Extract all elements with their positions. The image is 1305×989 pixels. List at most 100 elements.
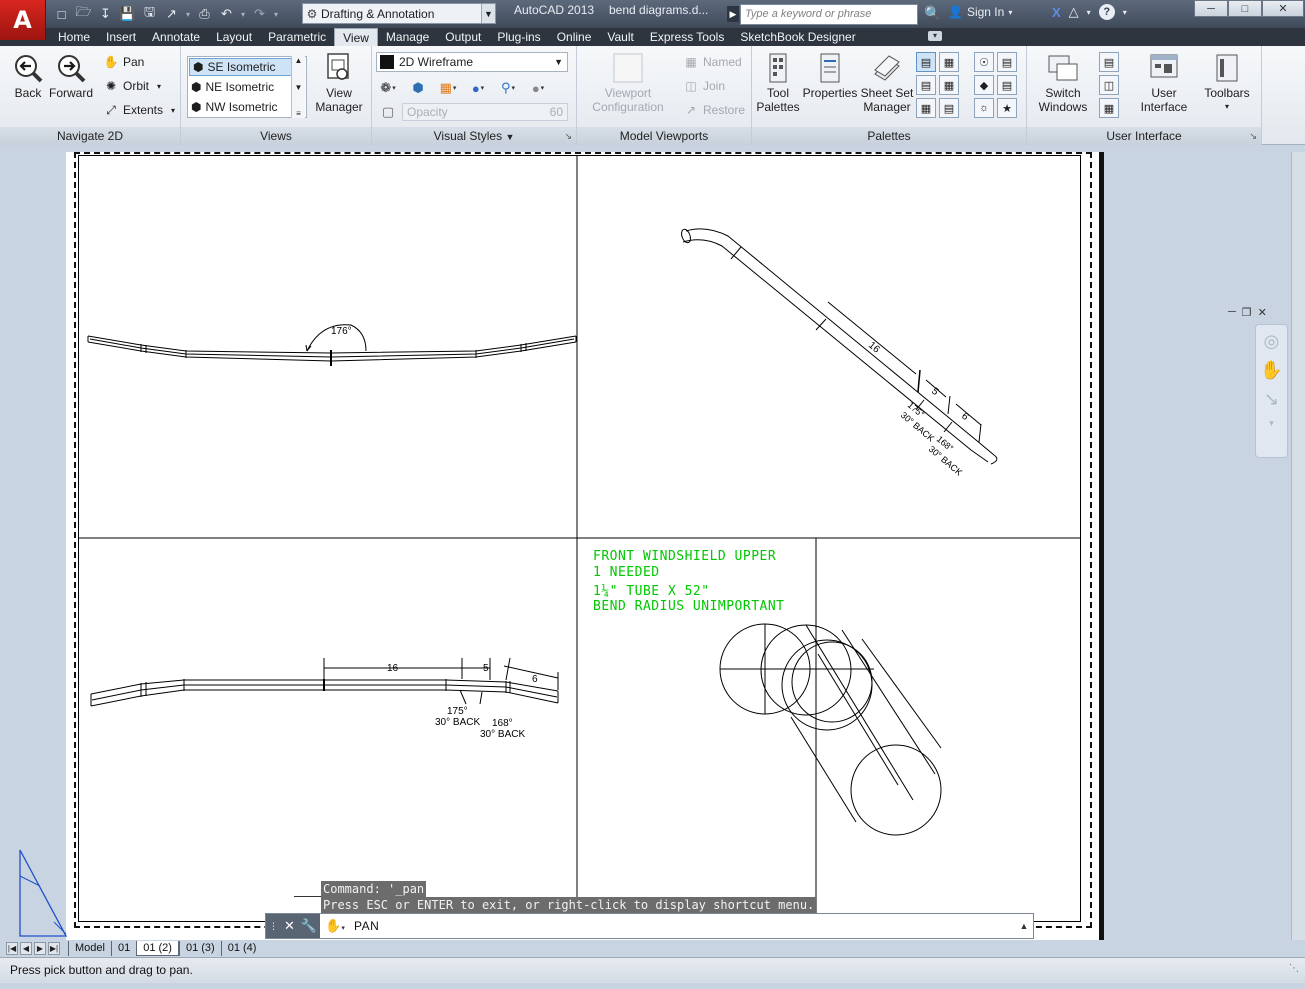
markup-icon[interactable]: ▤	[916, 75, 936, 95]
tab-manage[interactable]: Manage	[378, 28, 437, 46]
tab-view[interactable]: View	[334, 28, 378, 46]
edge-effects-icon[interactable]: ❁ ▾	[376, 78, 400, 98]
view-item-se-isometric[interactable]: ⬢ SE Isometric	[189, 58, 305, 76]
properties-button[interactable]: Properties	[800, 52, 860, 100]
save-icon[interactable]: 💾	[118, 5, 137, 24]
minimize-icon[interactable]: ─	[1194, 0, 1228, 17]
orbit-button[interactable]: ✺ Orbit ▾	[103, 76, 161, 96]
pan-button[interactable]: ✋ Pan	[103, 52, 145, 72]
undo-icon[interactable]: ↶	[217, 5, 236, 24]
hand-icon[interactable]: ✋	[1260, 360, 1282, 381]
close-icon[interactable]: ✕	[1258, 306, 1267, 319]
resize-grip-icon[interactable]: ⋱	[1289, 957, 1299, 981]
ribbon-palette-icon[interactable]: ▤	[916, 52, 936, 72]
vertical-scrollbar[interactable]	[1291, 152, 1305, 942]
color-mode-icon[interactable]: ▦ ▾	[436, 78, 460, 98]
panel-title-visual-styles[interactable]: Visual Styles ▼ ↘	[372, 127, 576, 145]
dialog-launcher-icon[interactable]: ↘	[1249, 127, 1257, 145]
save-to-web-icon[interactable]: ↧	[96, 5, 115, 24]
tab-online[interactable]: Online	[549, 28, 600, 46]
block-editor-icon[interactable]: ▤	[939, 98, 959, 118]
paper-sheet[interactable]: 176° 16 5 6 175° 30° BACK 168° 30° BACK …	[66, 152, 1104, 940]
view-item-ne-isometric[interactable]: ⬢ NE Isometric	[188, 77, 306, 97]
tab-home[interactable]: Home	[50, 28, 98, 46]
forward-button[interactable]: Forward	[48, 52, 94, 100]
tile-horizontal-icon[interactable]: ▤	[1099, 52, 1119, 72]
grip-icon[interactable]: ⋮	[269, 921, 278, 932]
dbconnect-icon[interactable]: ▦	[916, 98, 936, 118]
tab-sketchbook-designer[interactable]: SketchBook Designer	[732, 28, 863, 46]
scroll-down-icon[interactable]: ▼	[295, 83, 303, 92]
close-icon[interactable]: ✕	[1262, 0, 1304, 17]
scroll-up-icon[interactable]: ▲	[295, 56, 303, 65]
binoculars-icon[interactable]: 🔍	[924, 5, 941, 22]
workspace-selector[interactable]: ⚙ Drafting & Annotation ▼	[302, 3, 496, 24]
join-button[interactable]: ◫ Join	[683, 76, 725, 96]
maximize-icon[interactable]: □	[1228, 0, 1262, 17]
drawing-area[interactable]: 176° 16 5 6 175° 30° BACK 168° 30° BACK …	[0, 146, 1305, 942]
hand-icon[interactable]: ✋▾	[320, 918, 350, 934]
cameras-icon[interactable]: ★	[997, 98, 1017, 118]
materials-icon[interactable]: ▤	[997, 52, 1017, 72]
tab-output[interactable]: Output	[437, 28, 489, 46]
search-expand-icon[interactable]: ▶	[727, 6, 739, 22]
views-list[interactable]: ⬢ SE Isometric ⬢ NE Isometric ⬢ NW Isome…	[187, 56, 307, 118]
tab-vault[interactable]: Vault	[599, 28, 641, 46]
expand-icon[interactable]: ≡	[296, 109, 301, 118]
views-scrollbar[interactable]: ▲ ▼ ≡	[291, 56, 305, 118]
chevron-up-icon[interactable]: ▲	[1015, 921, 1033, 931]
redo-dropdown-icon[interactable]: ▾	[272, 10, 280, 19]
chevron-down-icon[interactable]: ▾	[1123, 8, 1127, 17]
shadow-icon[interactable]: ⚲ ▾	[496, 78, 520, 98]
calculator-icon[interactable]: ▦	[939, 75, 959, 95]
first-layout-icon[interactable]: |◀	[6, 942, 18, 955]
chevron-down-icon[interactable]: ▾	[1087, 8, 1091, 17]
steering-wheel-icon[interactable]: ◎	[1264, 331, 1280, 352]
tool-palettes-button[interactable]: Tool Palettes	[756, 52, 800, 114]
named-button[interactable]: ▦ Named	[683, 52, 741, 72]
layout-tab-01-4[interactable]: 01 (4)	[220, 941, 263, 956]
extents-button[interactable]: ⤢ Extents ▾	[103, 100, 175, 120]
design-center-icon[interactable]: ▦	[939, 52, 959, 72]
command-line[interactable]: ⋮ ✕ 🔧 ✋▾ PAN ▲	[265, 913, 1034, 939]
command-line-handle[interactable]: ⋮ ✕ 🔧	[266, 914, 320, 938]
open-folder-icon[interactable]: 🗁	[74, 4, 93, 24]
previous-layout-icon[interactable]: ◀	[20, 942, 32, 955]
switch-windows-button[interactable]: Switch Windows	[1033, 52, 1093, 114]
sign-in-button[interactable]: 👤 Sign In ▾	[948, 5, 1012, 19]
zoom-icon[interactable]: ↘	[1264, 389, 1279, 410]
viewport-configuration-button[interactable]: Viewport Configuration	[585, 52, 671, 114]
material-icon[interactable]: ● ▾	[526, 78, 550, 98]
view-manager-button[interactable]: View Manager	[313, 52, 365, 114]
minimize-icon[interactable]: ─	[1228, 306, 1236, 319]
back-button[interactable]: Back	[8, 52, 48, 100]
tab-insert[interactable]: Insert	[98, 28, 144, 46]
tab-express-tools[interactable]: Express Tools	[642, 28, 732, 46]
render-icon[interactable]: ▤	[997, 75, 1017, 95]
last-layout-icon[interactable]: ▶|	[48, 942, 60, 955]
autodesk-icon[interactable]: △	[1069, 4, 1079, 20]
restore-icon[interactable]: ❐	[1242, 306, 1252, 319]
tab-annotate[interactable]: Annotate	[144, 28, 208, 46]
view-item-nw-isometric[interactable]: ⬢ NW Isometric	[188, 97, 306, 117]
x-ray-icon[interactable]: ▢	[376, 102, 400, 122]
publish-icon[interactable]: ↗	[162, 5, 181, 24]
tab-parametric[interactable]: Parametric	[260, 28, 334, 46]
cascade-icon[interactable]: ▦	[1099, 98, 1119, 118]
undo-dropdown-icon[interactable]: ▾	[239, 10, 247, 19]
new-file-icon[interactable]: □	[52, 5, 71, 24]
toolbars-button[interactable]: Toolbars ▾	[1199, 52, 1255, 114]
face-style-icon[interactable]: ⬢	[406, 78, 430, 98]
next-layout-icon[interactable]: ▶	[34, 942, 46, 955]
tab-plug-ins[interactable]: Plug-ins	[489, 28, 548, 46]
dialog-launcher-icon[interactable]: ↘	[564, 127, 572, 145]
help-icon[interactable]: ?	[1098, 4, 1115, 20]
drawing-canvas[interactable]: 176° 16 5 6 175° 30° BACK 168° 30° BACK …	[66, 152, 1104, 940]
command-input[interactable]: PAN	[350, 919, 1015, 933]
close-icon[interactable]: ✕	[284, 918, 295, 934]
lighting-icon[interactable]: ● ▾	[466, 78, 490, 98]
redo-icon[interactable]: ↷	[250, 5, 269, 24]
tile-vertical-icon[interactable]: ◫	[1099, 75, 1119, 95]
chevron-down-icon[interactable]: ▼	[481, 4, 495, 23]
exchange-icon[interactable]: X	[1052, 5, 1061, 20]
